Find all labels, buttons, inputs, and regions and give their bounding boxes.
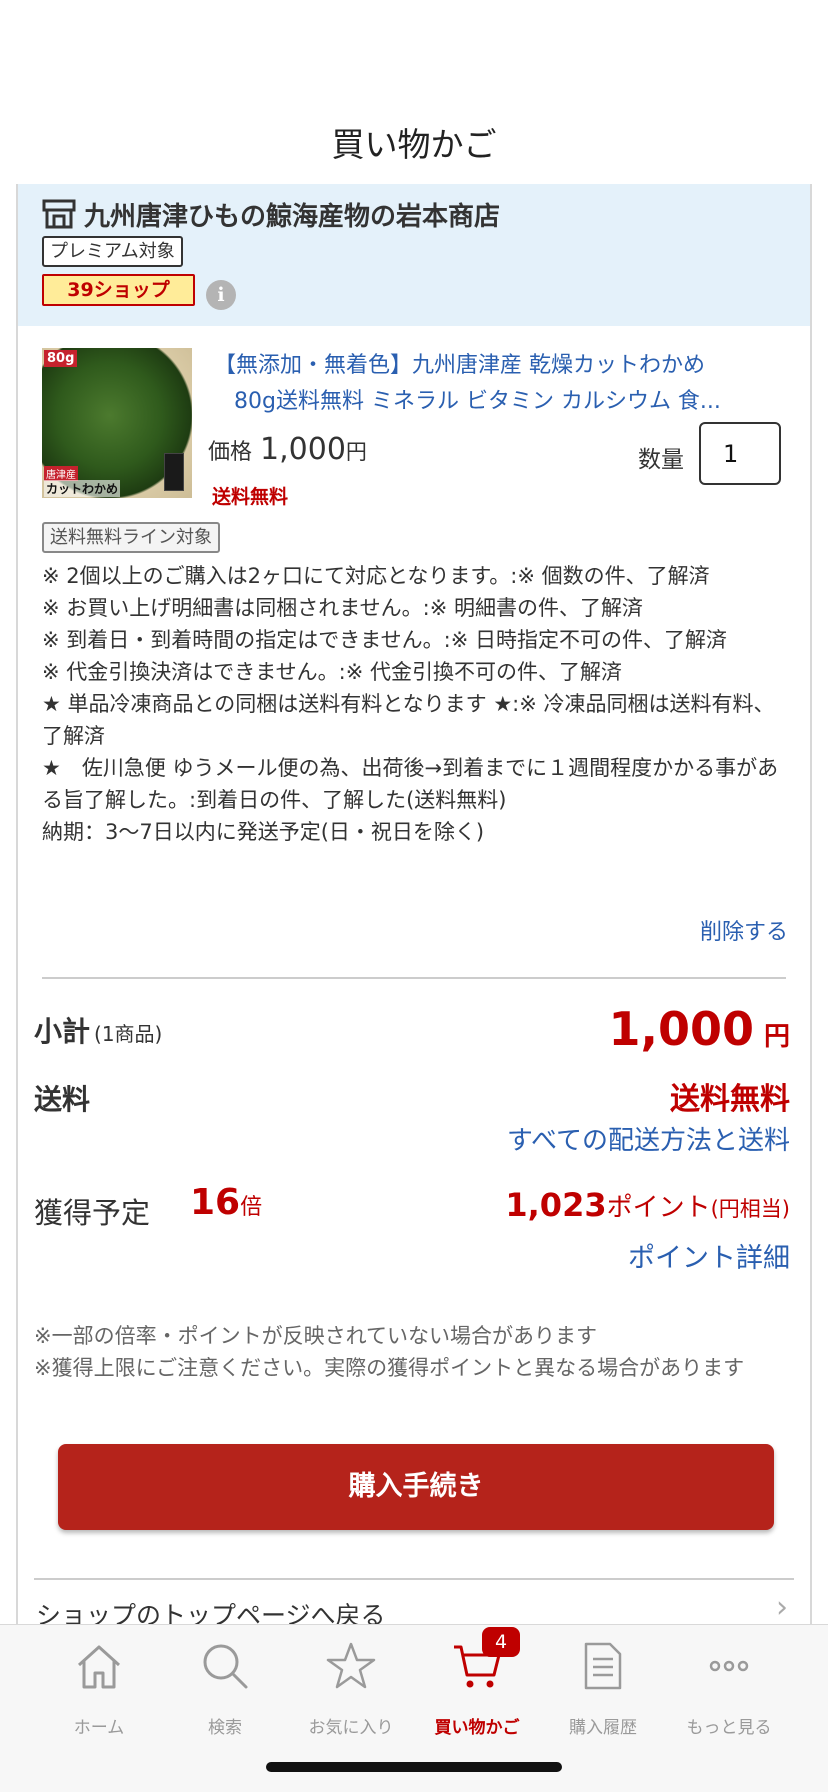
tab-favorites[interactable]: お気に入り [288, 1635, 414, 1738]
points-unit: ポイント [606, 1193, 711, 1223]
divider [34, 1578, 794, 1580]
thumbnail-package [164, 453, 184, 491]
cart-count-badge: 4 [482, 1627, 520, 1657]
product-option-note: ★ 佐川急便 ゆうメール便の為、出荷後→到着までに１週間程度かかる事がある旨了解… [42, 756, 779, 812]
tab-cart[interactable]: 4 買い物かご [414, 1627, 540, 1738]
product-option-note: ※ お買い上げ明細書は同梱されません。:※ 明細書の件、了解済 [42, 596, 643, 620]
points-multiplier-unit: 倍 [240, 1195, 263, 1220]
app-header: 買い物かご [0, 0, 828, 184]
shipping-methods-link[interactable]: すべての配送方法と送料 [507, 1120, 790, 1157]
divider [42, 977, 786, 979]
tab-label: ホーム [73, 1718, 125, 1738]
points-multiplier-value: 16 [190, 1182, 241, 1223]
search-icon [203, 1644, 248, 1689]
product-option-note: ※ 代金引換決済はできません。:※ 代金引換不可の件、了解済 [42, 660, 622, 684]
info-icon[interactable]: i [206, 280, 236, 310]
thumbnail-name-label: カットわかめ [44, 480, 121, 497]
product-option-note: ※ 到着日・到着時間の指定はできません。:※ 日時指定不可の件、了解済 [42, 628, 727, 652]
shop-header: 九州唐津ひもの鯨海産物の岩本商店 プレミアム対象 39ショップ i [18, 184, 810, 326]
subtotal-item-count: (1商品) [94, 1022, 163, 1046]
home-indicator [266, 1762, 562, 1772]
product-thumbnail[interactable]: 80g 唐津産 カットわかめ [42, 348, 192, 498]
subtotal-label-text: 小計 [34, 1015, 91, 1048]
shipping-label: 送料 [34, 1083, 91, 1116]
product-title-line2: 80g送料無料 ミネラル ビタミン カルシウム 食... [234, 389, 721, 414]
disclaimer-line: ※獲得上限にご注意ください。実際の獲得ポイントと異なる場合があります [34, 1356, 745, 1380]
cart-shop-card: 九州唐津ひもの鯨海産物の岩本商店 プレミアム対象 39ショップ i 80g 唐津… [16, 184, 812, 1624]
shop-icon [42, 199, 76, 229]
chevron-right-icon: › [776, 1590, 788, 1624]
product-title-line1: 【無添加・無着色】九州唐津産 乾燥カットわかめ [214, 353, 705, 378]
shop-name-link[interactable]: 九州唐津ひもの鯨海産物の岩本商店 [84, 196, 500, 233]
product-title-link[interactable]: 【無添加・無着色】九州唐津産 乾燥カットわかめ 80g送料無料 ミネラル ビタミ… [214, 348, 788, 420]
document-icon [584, 1642, 622, 1690]
delete-item-link[interactable]: 削除する [700, 914, 788, 946]
points-yen-note: (円相当) [710, 1197, 790, 1221]
tab-purchase-history[interactable]: 購入履歴 [540, 1635, 666, 1738]
thumbnail-weight-label: 80g [44, 350, 78, 367]
thumbnail-origin-label: 唐津産 [44, 466, 78, 481]
price-unit: 円 [345, 440, 367, 464]
subtotal-amount: 1,000 [608, 1002, 754, 1056]
disclaimer: ※一部の倍率・ポイントが反映されていない場合があります ※獲得上限にご注意くださ… [34, 1320, 794, 1384]
product-option-note: ★ 単品冷凍商品との同梱は送料有料となります ★:※ 冷凍品同梱は送料有料、了解… [42, 692, 775, 748]
subtotal-currency: 円 [763, 1022, 790, 1052]
star-icon [326, 1642, 376, 1689]
product-option-note: ※ 2個以上のご購入は2ヶ口にて対応となります。:※ 個数の件、了解済 [42, 564, 710, 588]
quantity-input[interactable] [699, 422, 781, 485]
points-label: 獲得予定 [34, 1196, 151, 1230]
free-shipping-line-badge: 送料無料ライン対象 [42, 522, 220, 553]
page-title: 買い物かご [331, 125, 497, 164]
free-shipping-label: 送料無料 [212, 486, 289, 508]
tab-label: 検索 [208, 1718, 242, 1738]
shop-top-link[interactable]: ショップのトップページへ戻る [36, 1596, 386, 1624]
subtotal-value: 1,000 円 [608, 1002, 790, 1056]
premium-badge: プレミアム対象 [42, 236, 183, 267]
tab-label: もっと見る [686, 1718, 772, 1738]
tab-label: 買い物かご [434, 1718, 520, 1738]
quantity-label: 数量 [638, 447, 684, 473]
price-label: 価格 [208, 440, 253, 465]
tab-label: お気に入り [308, 1718, 394, 1738]
price-value: 1,000 [260, 432, 346, 467]
shop-39-badge: 39ショップ [42, 274, 195, 306]
points-multiplier: 16倍 [190, 1182, 262, 1223]
points-detail-link[interactable]: ポイント詳細 [628, 1236, 790, 1275]
product-option-note: 納期：3〜7日以内に発送予定(日・祝日を除く) [42, 820, 485, 844]
price-row: 価格 1,000円 [208, 432, 367, 467]
shipping-value: 送料無料 [670, 1082, 790, 1117]
points-value: 1,023ポイント(円相当) [505, 1186, 790, 1224]
points-amount: 1,023 [505, 1186, 607, 1224]
product-options-list: ※ 2個以上のご購入は2ヶ口にて対応となります。:※ 個数の件、了解済 ※ お買… [42, 560, 790, 848]
home-icon [77, 1645, 121, 1689]
tab-more[interactable]: もっと見る [666, 1635, 792, 1738]
checkout-button[interactable]: 購入手続き [58, 1444, 774, 1530]
disclaimer-line: ※一部の倍率・ポイントが反映されていない場合があります [34, 1324, 597, 1348]
tab-label: 購入履歴 [569, 1718, 637, 1738]
tab-home[interactable]: ホーム [36, 1635, 162, 1738]
tab-search[interactable]: 検索 [162, 1635, 288, 1738]
subtotal-label: 小計 (1商品) [34, 1010, 162, 1050]
more-icon [709, 1660, 749, 1672]
